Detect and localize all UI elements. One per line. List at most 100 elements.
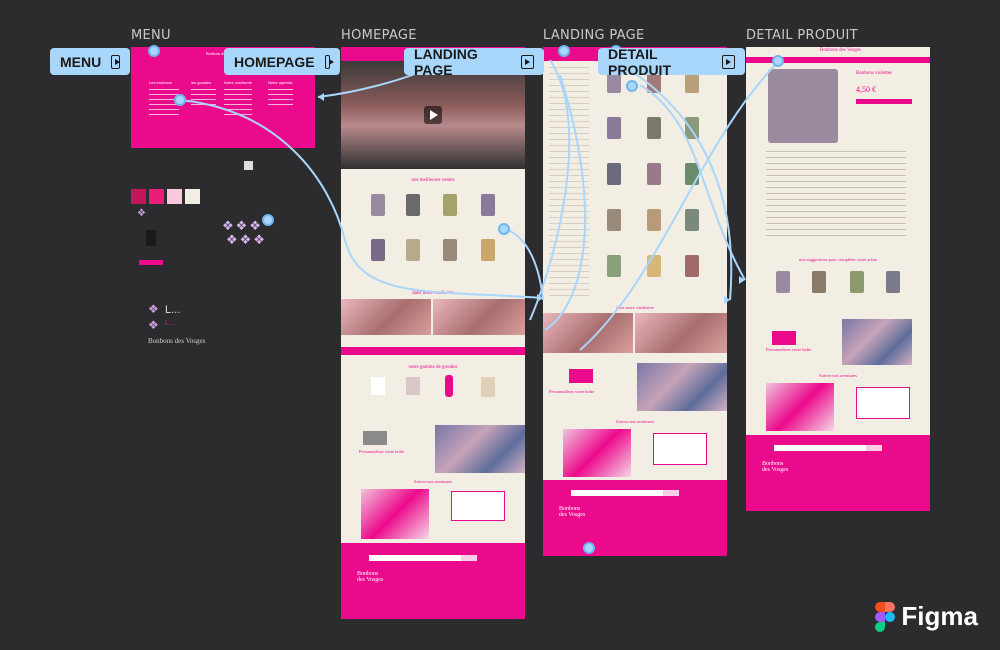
flow-start-landing[interactable]: LANDING PAGE — [404, 46, 544, 78]
play-flow-icon[interactable] — [722, 54, 735, 69]
goodie-mug[interactable] — [371, 377, 385, 395]
frame-title-landing[interactable]: LANDING PAGE — [543, 28, 645, 43]
figma-icon — [875, 601, 896, 632]
figma-logo: Figma — [875, 601, 978, 632]
menu-col-2[interactable]: les goodies — [191, 80, 211, 85]
newsletter-card — [653, 433, 707, 465]
newsletter-submit[interactable] — [461, 555, 477, 561]
product-thumb[interactable] — [406, 194, 420, 216]
newsletter-card — [451, 491, 505, 521]
detail-footer: Bonbons des Vosges — [746, 435, 930, 511]
product-price: 4,50 € — [856, 85, 876, 94]
play-button[interactable] — [424, 106, 442, 124]
product-image[interactable] — [768, 69, 838, 143]
goodie-item[interactable] — [406, 377, 420, 395]
homepage-frame[interactable]: nos meilleures ventes dans notre confise… — [341, 47, 525, 619]
frame-title-homepage[interactable]: HOMEPAGE — [341, 28, 417, 43]
connection-handle[interactable] — [174, 94, 186, 106]
homepage-bestsellers-title: nos meilleures ventes — [411, 178, 455, 183]
menu-links-3 — [224, 89, 252, 115]
menu-col-3[interactable]: Notre confiserie — [224, 80, 252, 85]
product-thumb[interactable] — [647, 163, 661, 185]
product-thumb[interactable] — [371, 239, 385, 261]
product-thumb[interactable] — [443, 239, 457, 261]
connection-handle[interactable] — [558, 45, 570, 57]
menu-col-1[interactable]: Les bonbons — [149, 80, 172, 85]
footer-logo: Bonbons des Vosges — [559, 506, 586, 518]
color-swatch[interactable] — [185, 189, 200, 204]
product-thumb[interactable] — [481, 194, 495, 216]
newsletter-submit[interactable] — [663, 490, 679, 496]
flow-start-detail[interactable]: DETAIL PRODUIT — [598, 46, 745, 78]
black-component — [146, 230, 156, 246]
flow-chip-label: MENU — [60, 53, 102, 70]
small-component[interactable] — [244, 161, 253, 170]
confiserie-photo — [543, 313, 633, 353]
product-thumb[interactable] — [647, 209, 661, 231]
connection-handle[interactable] — [498, 223, 510, 235]
product-thumb[interactable] — [886, 271, 900, 293]
connection-handle[interactable] — [262, 214, 274, 226]
connection-handle[interactable] — [626, 80, 638, 92]
product-thumb[interactable] — [776, 271, 790, 293]
flower-icons-cluster: ❖❖❖ — [226, 232, 267, 247]
menu-col-4[interactable]: Notre agenda — [268, 80, 292, 85]
filter-sidebar[interactable] — [549, 67, 589, 297]
newsletter-card — [856, 387, 910, 419]
candy-wall — [842, 319, 912, 365]
detail-frame[interactable]: Bonbons des Vosges Bonbons violettes 4,5… — [746, 47, 930, 511]
flower-icon: ❖ — [148, 302, 159, 316]
instagram-grid — [563, 429, 631, 477]
product-thumb[interactable] — [481, 239, 495, 261]
product-thumb[interactable] — [685, 163, 699, 185]
play-flow-icon[interactable] — [324, 54, 335, 69]
product-thumb[interactable] — [371, 194, 385, 216]
landing-frame[interactable]: dans notre confiserie Personnalisez votr… — [543, 47, 727, 556]
flow-arrowhead — [318, 93, 324, 101]
product-thumb[interactable] — [443, 194, 457, 216]
play-flow-icon[interactable] — [521, 54, 534, 69]
frame-title-detail[interactable]: DETAIL PRODUIT — [746, 28, 858, 43]
product-thumb[interactable] — [607, 163, 621, 185]
goodie-bottle[interactable] — [445, 375, 453, 397]
add-to-cart-button[interactable] — [856, 99, 912, 104]
pink-button-component[interactable] — [139, 260, 163, 265]
homepage-goodies-title: notre gamme de goodies — [408, 365, 458, 370]
product-thumb[interactable] — [607, 255, 621, 277]
candy-box — [569, 369, 593, 383]
product-thumb[interactable] — [685, 209, 699, 231]
color-swatch[interactable] — [131, 189, 146, 204]
frame-title-menu[interactable]: MENU — [131, 28, 171, 43]
pink-band — [341, 347, 525, 355]
menu-links-2 — [191, 89, 216, 105]
detail-brand: Bonbons des Vosges — [820, 48, 861, 53]
product-thumb[interactable] — [850, 271, 864, 293]
goodie-bag[interactable] — [481, 377, 495, 397]
product-thumb[interactable] — [607, 117, 621, 139]
flow-start-homepage[interactable]: HOMEPAGE — [224, 48, 340, 75]
confiserie-photo — [433, 299, 525, 335]
newsletter-submit[interactable] — [866, 445, 882, 451]
product-thumb[interactable] — [647, 255, 661, 277]
play-flow-icon[interactable] — [111, 54, 120, 69]
connection-handle[interactable] — [583, 542, 595, 554]
candy-box — [363, 431, 387, 445]
newsletter-input[interactable] — [369, 555, 461, 561]
color-swatch[interactable] — [149, 189, 164, 204]
connection-handle[interactable] — [772, 55, 784, 67]
footer-logo: Bonbons des Vosges — [762, 461, 789, 473]
flow-chip-label: HOMEPAGE — [234, 53, 315, 70]
product-thumb[interactable] — [685, 255, 699, 277]
play-icon — [430, 110, 438, 120]
flow-start-menu[interactable]: MENU — [50, 48, 130, 75]
product-thumb[interactable] — [685, 117, 699, 139]
product-thumb[interactable] — [812, 271, 826, 293]
color-swatch[interactable] — [167, 189, 182, 204]
product-thumb[interactable] — [607, 209, 621, 231]
newsletter-input[interactable] — [571, 490, 663, 496]
product-thumb[interactable] — [647, 117, 661, 139]
newsletter-input[interactable] — [774, 445, 866, 451]
landing-confiserie-title: dans notre confiserie — [616, 305, 654, 310]
connection-handle[interactable] — [148, 45, 160, 57]
product-thumb[interactable] — [406, 239, 420, 261]
